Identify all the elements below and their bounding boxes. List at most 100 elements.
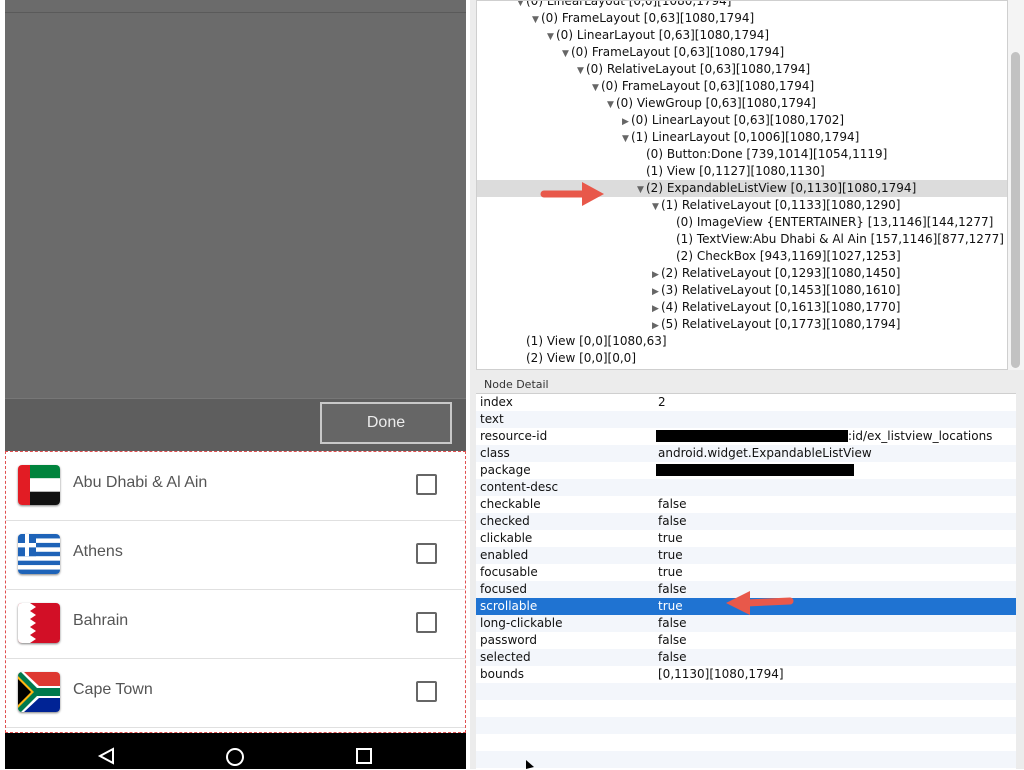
detail-key: scrollable <box>480 599 538 613</box>
tree-node[interactable]: ▼ (0) FrameLayout [0,63][1080,1794] <box>477 10 1007 27</box>
status-divider <box>5 12 466 13</box>
tree-node-label: (2) RelativeLayout [0,1293][1080,1450] <box>661 266 901 280</box>
detail-key: password <box>480 633 537 647</box>
tree-node[interactable]: (0) Button:Done [739,1014][1054,1119] <box>477 146 1007 163</box>
detail-row-class[interactable]: class android.widget.ExpandableListView <box>476 445 1016 462</box>
detail-value: false <box>658 633 687 647</box>
location-label: Athens <box>73 543 123 560</box>
detail-value: true <box>658 599 683 613</box>
detail-value: false <box>658 497 687 511</box>
node-detail-title: Node Detail <box>484 378 549 391</box>
detail-key: class <box>480 446 510 460</box>
tree-node-label: (0) RelativeLayout [0,63][1080,1794] <box>586 62 811 76</box>
tree-scrollbar[interactable] <box>1008 0 1024 370</box>
detail-value: false <box>658 616 687 630</box>
detail-key: focused <box>480 582 528 596</box>
redaction-bar <box>656 430 848 442</box>
tree-node-label: (0) LinearLayout [0,63][1080,1702] <box>631 113 845 127</box>
detail-value: false <box>658 582 687 596</box>
tree-node[interactable]: ▼ (0) RelativeLayout [0,63][1080,1794] <box>477 61 1007 78</box>
tree-node-label: (2) CheckBox [943,1169][1027,1253] <box>676 249 901 263</box>
locations-list[interactable]: Abu Dhabi & Al Ain Athens Bahrain Cape Town <box>5 451 466 733</box>
detail-key: package <box>480 463 531 477</box>
detail-row-empty <box>476 751 1016 768</box>
detail-key: index <box>480 395 513 409</box>
flag-south-africa-icon <box>18 672 60 712</box>
detail-row-text[interactable]: text <box>476 411 1016 428</box>
location-row[interactable]: Bahrain <box>6 590 465 659</box>
tree-node-label: (1) RelativeLayout [0,1133][1080,1290] <box>661 198 901 212</box>
tree-node[interactable]: (1) View [0,0][1080,63] <box>477 333 1007 350</box>
tree-node[interactable]: ▼ (0) FrameLayout [0,63][1080,1794] <box>477 44 1007 61</box>
tree-node-label: (3) RelativeLayout [0,1453][1080,1610] <box>661 283 901 297</box>
location-checkbox[interactable] <box>416 474 437 495</box>
detail-value: true <box>658 531 683 545</box>
detail-value: android.widget.ExpandableListView <box>658 446 872 460</box>
tree-node-label: (1) View [0,1127][1080,1130] <box>646 164 825 178</box>
done-button[interactable]: Done <box>320 402 452 444</box>
tree-node[interactable]: ▼ (0) LinearLayout [0,63][1080,1794] <box>477 27 1007 44</box>
tree-node[interactable]: (2) View [0,0][0,0] <box>477 350 1007 367</box>
flag-bahrain-icon <box>18 603 60 643</box>
tree-node-label: (1) LinearLayout [0,1006][1080,1794] <box>631 130 860 144</box>
tree-node[interactable]: ▼ (1) LinearLayout [0,1006][1080,1794] <box>477 129 1007 146</box>
detail-value: false <box>658 514 687 528</box>
detail-row-focusable[interactable]: focusable true <box>476 564 1016 581</box>
location-label: Abu Dhabi & Al Ain <box>73 474 208 491</box>
tree-node[interactable]: ▶ (2) RelativeLayout [0,1293][1080,1450] <box>477 265 1007 282</box>
detail-key: resource-id <box>480 429 548 443</box>
tree-node[interactable]: ▶ (3) RelativeLayout [0,1453][1080,1610] <box>477 282 1007 299</box>
node-detail-table[interactable]: index 2 text resource-id:id/ex_listview_loc… <box>476 393 1016 770</box>
detail-key: checkable <box>480 497 541 511</box>
recents-icon[interactable] <box>355 747 373 765</box>
arrow-annotation-detail <box>726 591 794 615</box>
tree-node[interactable]: (1) View [0,1127][1080,1130] <box>477 163 1007 180</box>
location-label: Bahrain <box>73 612 129 629</box>
detail-row-resource-id[interactable]: resource-id:id/ex_listview_locations <box>476 428 1016 445</box>
tree-node-label: (1) TextView:Abu Dhabi & Al Ain [157,114… <box>676 232 1004 246</box>
device-screen: Done Abu Dhabi & Al Ain Athens Bahrain Cape… <box>5 0 466 769</box>
detail-value: 2 <box>658 395 666 409</box>
detail-row-empty <box>476 700 1016 717</box>
location-row[interactable]: Athens <box>6 521 465 590</box>
location-row[interactable]: Cape Town <box>6 659 465 728</box>
done-bar: Done <box>5 398 466 451</box>
flag-greece-icon <box>18 534 60 574</box>
tree-node-label: (0) LinearLayout [0,63][1080,1794] <box>556 28 770 42</box>
tree-node[interactable]: ▶ (4) RelativeLayout [0,1613][1080,1770] <box>477 299 1007 316</box>
tree-node[interactable]: ▼ (0) LinearLayout [0,0][1080,1794] <box>477 0 1007 10</box>
detail-row-bounds[interactable]: bounds [0,1130][1080,1794] <box>476 666 1016 683</box>
location-checkbox[interactable] <box>416 612 437 633</box>
tree-node-label: (0) LinearLayout [0,0][1080,1794] <box>526 0 732 8</box>
detail-key: focusable <box>480 565 538 579</box>
tree-node-label: (1) View [0,0][1080,63] <box>526 334 667 348</box>
tree-node[interactable]: ▼ (0) FrameLayout [0,63][1080,1794] <box>477 78 1007 95</box>
tree-node[interactable]: (2) CheckBox [943,1169][1027,1253] <box>477 248 1007 265</box>
detail-key: long-clickable <box>480 616 563 630</box>
detail-row-empty <box>476 734 1016 751</box>
detail-row-content-desc[interactable]: content-desc <box>476 479 1016 496</box>
detail-row-index[interactable]: index 2 <box>476 394 1016 411</box>
detail-row-enabled[interactable]: enabled true <box>476 547 1016 564</box>
tree-node-label: (0) ImageView {ENTERTAINER} [13,1146][14… <box>676 215 994 229</box>
detail-row-clickable[interactable]: clickable true <box>476 530 1016 547</box>
detail-row-checkable[interactable]: checkable false <box>476 496 1016 513</box>
location-checkbox[interactable] <box>416 681 437 702</box>
home-icon[interactable] <box>225 747 245 767</box>
tree-node[interactable]: (1) TextView:Abu Dhabi & Al Ain [157,114… <box>477 231 1007 248</box>
tree-node-label: (2) View [0,0][0,0] <box>526 351 636 365</box>
location-checkbox[interactable] <box>416 543 437 564</box>
tree-scrollbar-thumb[interactable] <box>1011 52 1020 368</box>
detail-row-package[interactable]: package <box>476 462 1016 479</box>
detail-row-selected[interactable]: selected false <box>476 649 1016 666</box>
detail-row-checked[interactable]: checked false <box>476 513 1016 530</box>
location-row[interactable]: Abu Dhabi & Al Ain <box>6 452 465 521</box>
tree-node[interactable]: ▼ (0) ViewGroup [0,63][1080,1794] <box>477 95 1007 112</box>
detail-row-password[interactable]: password false <box>476 632 1016 649</box>
tree-node[interactable]: (0) ImageView {ENTERTAINER} [13,1146][14… <box>477 214 1007 231</box>
tree-node-label: (0) FrameLayout [0,63][1080,1794] <box>571 45 785 59</box>
tree-node-label: (4) RelativeLayout [0,1613][1080,1770] <box>661 300 901 314</box>
tree-node[interactable]: ▶ (0) LinearLayout [0,63][1080,1702] <box>477 112 1007 129</box>
tree-node[interactable]: ▶ (5) RelativeLayout [0,1773][1080,1794] <box>477 316 1007 333</box>
back-icon[interactable] <box>97 747 117 765</box>
